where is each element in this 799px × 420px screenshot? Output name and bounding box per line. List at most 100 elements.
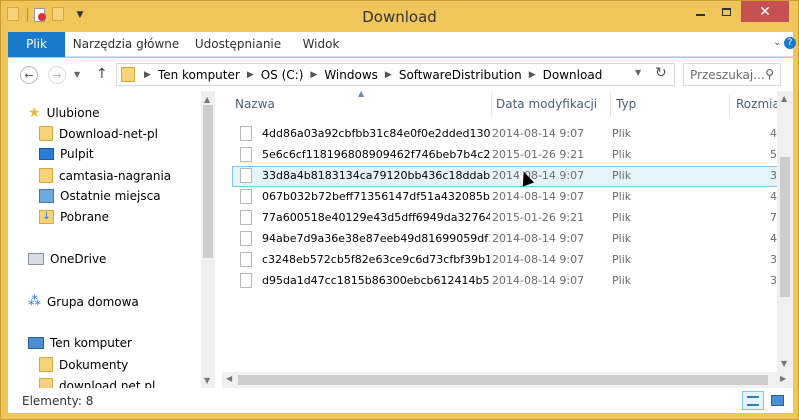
nav-item-download-net-pl-2[interactable]: download.net.pl: [39, 378, 155, 388]
list-vertical-scrollbar[interactable]: ▲ ▼: [777, 91, 793, 372]
breadcrumb-item[interactable]: Download: [541, 68, 605, 82]
nav-item-this-pc[interactable]: Ten komputer: [28, 336, 132, 350]
downloads-icon: ↓: [39, 210, 54, 224]
file-row[interactable]: d95da1d47cc1815b86300ebcb612414b525... 2…: [232, 271, 793, 292]
file-date: 2014-08-14 9:07: [492, 253, 585, 266]
help-icon[interactable]: ?: [784, 37, 796, 49]
scroll-left-icon[interactable]: ◀: [226, 374, 232, 383]
address-bar[interactable]: ▶ Ten komputer ▶ OS (C:) ▶ Windows ▶ Sof…: [116, 63, 675, 86]
file-row[interactable]: 94abe7d9a36e38e87eeb49d81699059df18... 2…: [232, 229, 793, 250]
file-icon: [240, 252, 252, 267]
address-dropdown-icon[interactable]: ▼: [635, 68, 641, 77]
file-icon: [240, 147, 252, 162]
file-date: 2015-01-26 9:21: [492, 211, 585, 224]
up-arrow-icon: ↑: [96, 66, 108, 82]
nav-item-downloads[interactable]: ↓ Pobrane: [39, 210, 109, 224]
file-icon: [240, 273, 252, 288]
chevron-right-icon[interactable]: ▶: [380, 70, 397, 80]
column-header-date[interactable]: Data modyfikacji: [496, 97, 597, 111]
column-header-name[interactable]: Nazwa: [235, 97, 275, 111]
file-type: Plik: [612, 274, 632, 287]
nav-item-homegroup[interactable]: ⁂ Grupa domowa: [28, 294, 139, 309]
file-row[interactable]: 77a600518e40129e43d5dff6949da3276493... …: [232, 208, 793, 229]
nav-item-onedrive[interactable]: OneDrive: [28, 252, 106, 266]
file-list: ▲ Nazwa Data modyfikacji Typ Rozmiar 4dd…: [222, 91, 793, 388]
refresh-icon[interactable]: ↻: [655, 65, 667, 81]
scroll-thumb[interactable]: [238, 375, 768, 385]
new-folder-icon[interactable]: [52, 7, 68, 23]
nav-item-recent-places[interactable]: Ostatnie miejsca: [39, 189, 161, 203]
file-icon: [240, 126, 252, 141]
forward-button[interactable]: →: [48, 66, 66, 84]
list-horizontal-scrollbar[interactable]: ◀ ▶: [222, 372, 793, 388]
customize-toolbar-icon[interactable]: ▼: [72, 7, 88, 23]
file-row[interactable]: 067b032b72beff71356147df51a432085b20... …: [232, 187, 793, 208]
file-icon: [240, 210, 252, 225]
large-icons-view-icon: [771, 395, 784, 406]
nav-item-label: OneDrive: [50, 252, 107, 266]
nav-item-favorites[interactable]: ★ Ulubione: [28, 105, 100, 121]
search-input[interactable]: Przeszukaj... ⚲: [683, 63, 781, 86]
properties-icon[interactable]: [32, 7, 48, 23]
quick-access-toolbar: ▼: [7, 7, 88, 23]
file-icon: [240, 189, 252, 204]
breadcrumb-item[interactable]: Ten komputer: [156, 68, 242, 82]
nav-item-label: Ten komputer: [50, 336, 132, 350]
chevron-right-icon[interactable]: ▶: [305, 70, 322, 80]
nav-scrollbar[interactable]: ▲ ▼: [201, 91, 215, 388]
scroll-thumb[interactable]: [203, 105, 213, 258]
folder-icon: [39, 126, 53, 141]
desktop-icon: [39, 148, 54, 160]
file-name: 94abe7d9a36e38e87eeb49d81699059df18...: [262, 232, 490, 245]
file-name: d95da1d47cc1815b86300ebcb612414b525...: [262, 274, 490, 287]
chevron-right-icon[interactable]: ▶: [242, 70, 259, 80]
nav-item-label: Grupa domowa: [47, 294, 139, 309]
maximize-button[interactable]: [713, 1, 739, 22]
column-divider[interactable]: [729, 93, 730, 117]
scroll-up-icon[interactable]: ▲: [781, 94, 787, 103]
scroll-down-icon[interactable]: ▼: [781, 359, 787, 368]
details-view-button[interactable]: [742, 391, 764, 410]
breadcrumb-item[interactable]: OS (C:): [259, 68, 306, 82]
tab-view[interactable]: Widok: [296, 32, 346, 57]
back-button[interactable]: ←: [20, 66, 38, 84]
expand-ribbon-icon[interactable]: ⌄: [773, 37, 781, 48]
close-button[interactable]: ✕: [741, 1, 789, 22]
folder-icon[interactable]: [7, 7, 23, 23]
tab-file[interactable]: Plik: [8, 32, 65, 57]
large-icons-view-button[interactable]: [767, 391, 789, 410]
item-count: Elementy: 8: [22, 394, 94, 408]
minimize-button[interactable]: [687, 1, 713, 22]
nav-item-label: camtasia-nagrania: [59, 168, 172, 183]
tab-share[interactable]: Udostępnianie: [193, 32, 283, 57]
breadcrumb-item[interactable]: SoftwareDistribution: [397, 68, 524, 82]
window-title: Download: [362, 8, 437, 26]
file-row[interactable]: 5e6c6cf118196808909462f746beb7b4c216... …: [232, 145, 793, 166]
file-row-selected[interactable]: 33d8a4b8183134ca79120bb436c18ddab71... 2…: [232, 166, 793, 187]
search-placeholder: Przeszukaj...: [690, 67, 765, 82]
column-divider[interactable]: [491, 93, 492, 117]
nav-item-desktop[interactable]: Pulpit: [39, 147, 94, 161]
nav-item-download-net-pl[interactable]: Download-net-pl: [39, 126, 158, 141]
file-row[interactable]: 4dd86a03a92cbfbb31c84e0f0e2dded1300... 2…: [232, 124, 793, 145]
up-button[interactable]: ↑: [96, 66, 108, 82]
chevron-right-icon[interactable]: ▶: [139, 70, 156, 80]
scroll-right-icon[interactable]: ▶: [780, 374, 786, 383]
nav-item-camtasia[interactable]: camtasia-nagrania: [39, 168, 171, 183]
file-name: 4dd86a03a92cbfbb31c84e0f0e2dded1300...: [262, 127, 490, 140]
file-type: Plik: [612, 190, 632, 203]
file-type: Plik: [612, 211, 632, 224]
file-date: 2014-08-14 9:07: [492, 232, 585, 245]
scroll-down-icon[interactable]: ▼: [204, 376, 210, 385]
nav-item-documents[interactable]: Dokumenty: [39, 357, 128, 372]
breadcrumb-item[interactable]: Windows: [322, 68, 380, 82]
file-row[interactable]: c3248eb572cb5f82e63ce9c6d73cfbf39b10... …: [232, 250, 793, 271]
chevron-right-icon[interactable]: ▶: [524, 70, 541, 80]
tab-home[interactable]: Narzędzia główne: [70, 32, 182, 57]
folder-icon: [39, 378, 53, 388]
column-header-type[interactable]: Typ: [616, 97, 636, 111]
column-divider[interactable]: [610, 93, 611, 117]
scroll-thumb[interactable]: [780, 157, 790, 297]
recent-locations-icon[interactable]: ▼: [74, 70, 80, 79]
scroll-up-icon[interactable]: ▲: [204, 95, 210, 104]
